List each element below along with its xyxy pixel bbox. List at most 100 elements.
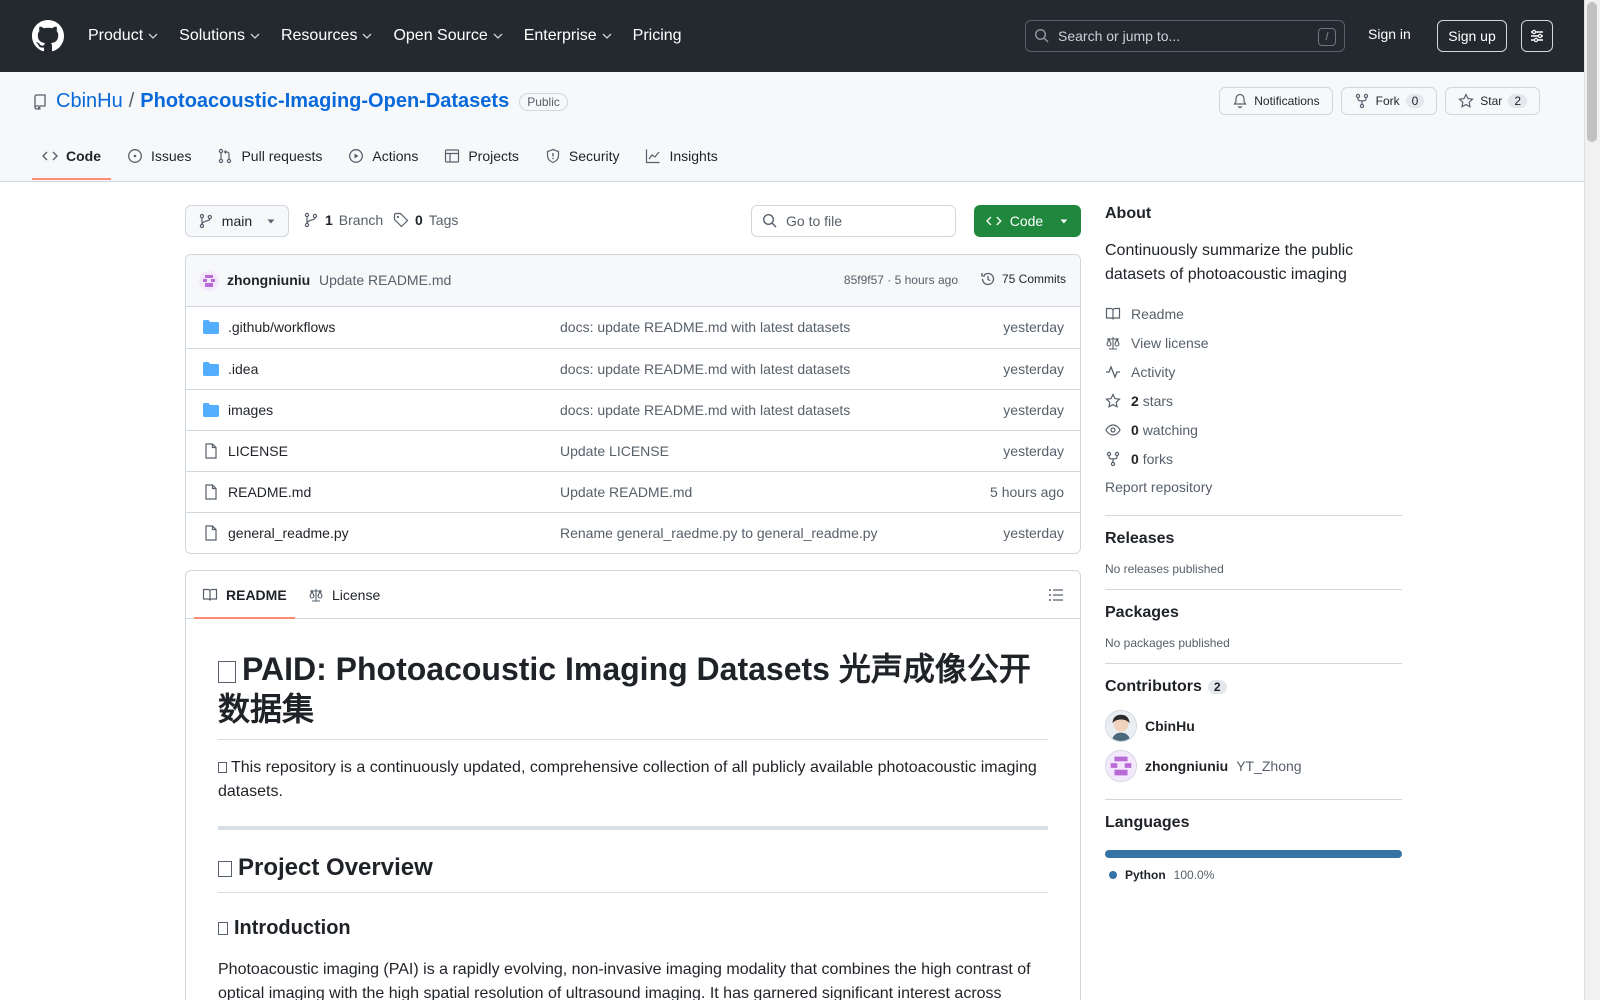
main-content: main 1 Branch 0 Tags Go to file Code zho… [185, 205, 1081, 1000]
commit-meta[interactable]: 85f9f57 · 5 hours ago [844, 273, 958, 287]
fork-label: Fork [1375, 94, 1400, 108]
repo-owner-link[interactable]: CbinHu [56, 90, 123, 113]
branch-selector[interactable]: main [185, 205, 289, 237]
notifications-button[interactable]: Notifications [1219, 87, 1333, 115]
tab-label: README [226, 587, 287, 603]
readme-h3-text: Introduction [234, 917, 351, 939]
list-outline-icon[interactable] [1048, 587, 1064, 603]
file-commit-message-link[interactable]: Update README.md [560, 484, 692, 500]
tab-security[interactable]: Security [535, 132, 630, 180]
nav-label: Enterprise [523, 27, 597, 44]
about-link-forks[interactable]: 0 forks [1105, 444, 1402, 473]
tab-label: License [332, 587, 381, 603]
readme-intro: This repository is a continuously update… [218, 756, 1048, 830]
contributor-handle: YT_Zhong [1236, 758, 1302, 774]
tab-readme[interactable]: README [194, 571, 295, 619]
report-repository-link[interactable]: Report repository [1105, 473, 1402, 502]
nav-label: Resources [280, 27, 358, 44]
file-name-link[interactable]: general_readme.py [228, 525, 349, 541]
nav-pricing[interactable]: Pricing [633, 27, 682, 45]
repo-name-link[interactable]: Photoacoustic-Imaging-Open-Datasets [140, 90, 509, 113]
contributors-heading: Contributors 2 [1105, 678, 1402, 696]
file-commit-message-link[interactable]: Update LICENSE [560, 443, 669, 459]
star-button[interactable]: Star 2 [1445, 87, 1540, 115]
about-link-activity[interactable]: Activity [1105, 357, 1402, 386]
pulse-icon [1106, 364, 1120, 379]
language-item[interactable]: Python 100.0% [1105, 868, 1402, 882]
tab-projects[interactable]: Projects [434, 132, 529, 180]
scrollbar-thumb[interactable] [1587, 2, 1597, 142]
sign-in-link[interactable]: Sign in [1368, 26, 1411, 42]
about-link-stars[interactable]: 2 stars [1105, 386, 1402, 415]
file-commit-message-link[interactable]: docs: update README.md with latest datas… [560, 361, 850, 377]
tab-pull-requests[interactable]: Pull requests [207, 132, 332, 180]
tab-label: Insights [669, 148, 718, 164]
sign-up-button[interactable]: Sign up [1437, 20, 1507, 52]
emoji-placeholder-icon [218, 762, 227, 774]
readme-heading-3: Introduction [218, 917, 1048, 940]
tab-actions[interactable]: Actions [338, 132, 428, 180]
repo-title-separator: / [128, 90, 135, 112]
file-name-link[interactable]: images [228, 402, 273, 418]
file-commit-message-link[interactable]: Rename general_raedme.py to general_read… [560, 525, 878, 541]
star-icon [1458, 93, 1475, 108]
commit-message-link[interactable]: Update README.md [319, 272, 451, 288]
contributor-item[interactable]: zhongniuniu YT_Zhong [1105, 746, 1402, 786]
file-name-link[interactable]: .github/workflows [228, 319, 335, 335]
github-logo-icon[interactable] [32, 20, 64, 52]
contributor-item[interactable]: CbinHu [1105, 706, 1402, 746]
about-link-view-license[interactable]: View license [1105, 328, 1402, 357]
tags-link[interactable]: 0 Tags [393, 212, 458, 228]
commit-author-link[interactable]: zhongniuniu [227, 272, 310, 288]
file-name-link[interactable]: README.md [228, 484, 311, 500]
fork-count: 0 [1405, 94, 1425, 108]
chevron-down-icon [362, 33, 372, 39]
search-icon [762, 213, 777, 228]
branches-link[interactable]: 1 Branch [303, 212, 383, 228]
issue-icon [128, 149, 142, 163]
caret-down-icon [267, 219, 275, 224]
page-scrollbar[interactable] [1584, 0, 1600, 1000]
about-links: Readme View license Activity 2 stars 0 watch… [1105, 299, 1402, 473]
go-to-file-input[interactable]: Go to file [751, 205, 956, 237]
nav-product[interactable]: Product [88, 27, 159, 45]
file-commit-message-link[interactable]: docs: update README.md with latest datas… [560, 402, 850, 418]
file-commit-date: yesterday [1003, 525, 1064, 541]
settings-menu-button[interactable] [1521, 20, 1553, 52]
nav-resources[interactable]: Resources [281, 27, 373, 45]
global-search-input[interactable]: Search or jump to... / [1025, 20, 1345, 52]
file-row: .idea docs: update README.md with latest … [186, 348, 1080, 389]
visibility-badge: Public [519, 92, 568, 111]
about-title: About [1105, 205, 1152, 222]
about-link-text: 2 stars [1131, 393, 1173, 409]
tag-count: 0 [415, 212, 423, 228]
tab-code[interactable]: Code [32, 132, 111, 180]
nav-enterprise[interactable]: Enterprise [524, 27, 613, 45]
language-percent: 100.0% [1173, 868, 1215, 882]
releases-title[interactable]: Releases [1105, 530, 1402, 548]
packages-title[interactable]: Packages [1105, 604, 1402, 622]
readme-paragraph: Photoacoustic imaging (PAI) is a rapidly… [218, 961, 1031, 1000]
commits-count: 75 Commits [1001, 272, 1066, 286]
commits-link[interactable]: 75 Commits [980, 271, 1066, 287]
code-dropdown-button[interactable]: Code [974, 205, 1081, 237]
folder-icon [203, 320, 219, 334]
about-description: Continuously summarize the public datase… [1105, 242, 1354, 283]
contributors-title[interactable]: Contributors [1105, 678, 1202, 695]
file-commit-message-link[interactable]: docs: update README.md with latest datas… [560, 319, 850, 335]
nav-open-source[interactable]: Open Source [393, 27, 503, 45]
file-row: general_readme.py Rename general_raedme.p… [186, 512, 1080, 553]
about-link-count: 0 [1131, 450, 1139, 467]
file-name-link[interactable]: .idea [228, 361, 258, 377]
divider [1105, 799, 1402, 800]
tab-issues[interactable]: Issues [117, 132, 201, 180]
file-name-link[interactable]: LICENSE [228, 443, 288, 459]
fork-button[interactable]: Fork 0 [1340, 87, 1438, 115]
about-link-watching[interactable]: 0 watching [1105, 415, 1402, 444]
avatar[interactable] [199, 271, 219, 291]
tab-insights[interactable]: Insights [635, 132, 727, 180]
nav-solutions[interactable]: Solutions [179, 27, 261, 45]
file-list: zhongniuniu Update README.md 85f9f57 · 5… [185, 254, 1081, 554]
tab-license[interactable]: License [308, 571, 380, 619]
about-link-readme[interactable]: Readme [1105, 299, 1402, 328]
